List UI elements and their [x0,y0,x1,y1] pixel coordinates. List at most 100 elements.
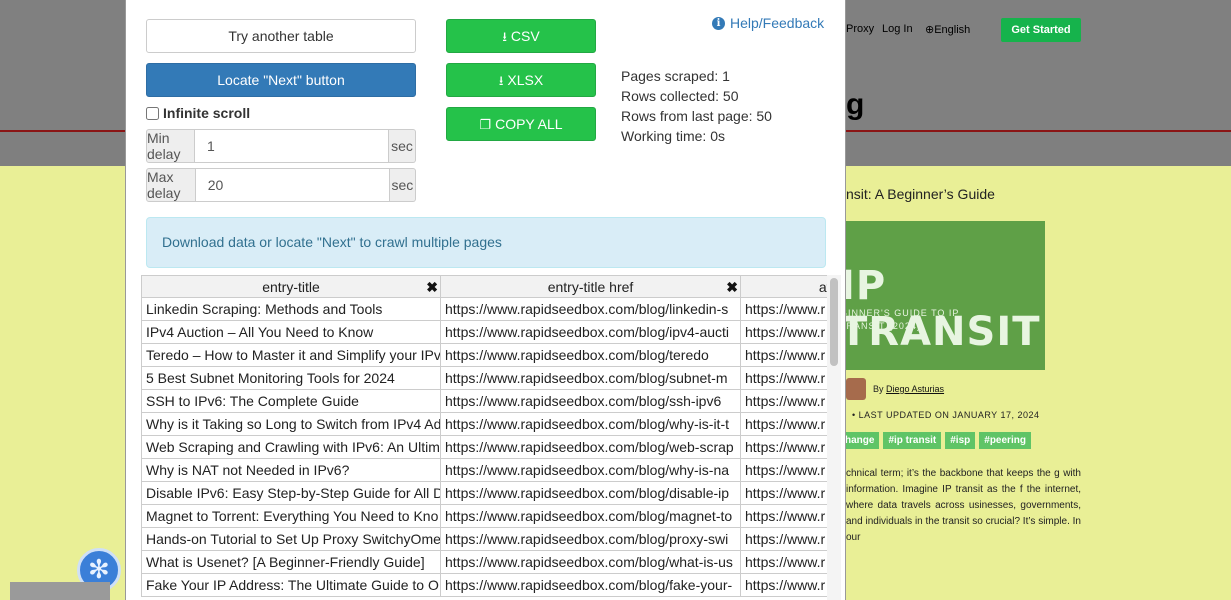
table-cell: https://www.r [740,550,827,574]
min-delay-label: Min delay [146,129,195,163]
infinite-scroll-option[interactable]: Infinite scroll [146,105,250,121]
max-delay-input[interactable] [195,168,390,202]
table-cell: https://www.rapidseedbox.com/blog/why-is… [440,458,741,482]
download-icon: ⭳ [498,73,504,88]
pages-scraped: Pages scraped: 1 [621,68,730,84]
bg-nav-language-label: English [934,24,971,36]
bg-nav-login: Log In [882,23,913,35]
table-cell: https://www.rapidseedbox.com/blog/ipv4-a… [440,320,741,344]
xlsx-button[interactable]: ⭳ XLSX [446,63,596,97]
table-row: Web Scraping and Crawling with IPv6: An … [141,435,827,459]
table-cell: Hands-on Tutorial to Set Up Proxy Switch… [141,527,441,551]
table-cell: SSH to IPv6: The Complete Guide [141,389,441,413]
table-cell: https://www.r [740,389,827,413]
table-row: Fake Your IP Address: The Ultimate Guide… [141,573,827,597]
table-header-row: entry-title ✖ entry-title href ✖ attach [141,275,827,298]
bg-tag: #isp [945,432,976,449]
table-cell: https://www.rapidseedbox.com/blog/web-sc… [440,435,741,459]
csv-button[interactable]: ⭳ CSV [446,19,596,53]
table-cell: Teredo – How to Master it and Simplify y… [141,343,441,367]
table-cell: https://www.rapidseedbox.com/blog/subnet… [440,366,741,390]
column-header[interactable]: entry-title ✖ [141,275,441,298]
bg-nav-proxy: Proxy [846,23,875,35]
scrollbar-thumb[interactable] [830,278,838,366]
column-header[interactable]: entry-title href ✖ [440,275,741,298]
bg-get-started-button: Get Started [1001,18,1081,42]
data-table-container[interactable]: entry-title ✖ entry-title href ✖ attach Li… [141,275,827,600]
copy-all-button[interactable]: ❐ COPY ALL [446,107,596,141]
table-cell: Magnet to Torrent: Everything You Need t… [141,504,441,528]
column-header[interactable]: attach [740,275,827,298]
table-cell: https://www.r [740,320,827,344]
table-cell: https://www.rapidseedbox.com/blog/disabl… [440,481,741,505]
column-header-label: entry-title [262,278,320,295]
table-row: 5 Best Subnet Monitoring Tools for 2024 h… [141,366,827,390]
table-cell: https://www.r [740,435,827,459]
rows-last-page: Rows from last page: 50 [621,108,772,124]
clipboard-icon: ❐ [479,117,492,132]
max-delay-unit: sec [389,168,416,202]
max-delay-label: Max delay [146,168,196,202]
bg-last-updated: • LAST UPDATED ON JANUARY 17, 2024 [852,410,1040,420]
help-feedback-link[interactable]: i Help/Feedback [712,15,824,31]
table-cell: https://www.rapidseedbox.com/blog/why-is… [440,412,741,436]
bg-author: By Diego Asturias [873,384,944,394]
bg-author-prefix: By [873,384,884,394]
bg-nav-language: ⊕English [925,23,970,36]
info-icon: i [712,16,725,30]
table-cell: https://www.r [740,573,827,597]
table-cell: Why is NAT not Needed in IPv6? [141,458,441,482]
csv-button-label: CSV [510,28,540,44]
bg-paragraph: chnical term; it’s the backbone that kee… [846,468,1081,543]
remove-column-icon[interactable]: ✖ [726,279,738,296]
bg-hero-image: IP TRANSIT GINNER'S GUIDE TO IP TRANSIT … [820,221,1045,370]
remove-column-icon[interactable]: ✖ [426,279,438,296]
table-cell: https://www.r [740,504,827,528]
scrape-stats: Pages scraped: 1 Rows collected: 50 Rows… [621,66,772,146]
table-cell: https://www.rapidseedbox.com/blog/magnet… [440,504,741,528]
table-cell: https://www.rapidseedbox.com/blog/fake-y… [440,573,741,597]
bg-bottom-widget [10,582,110,600]
bg-hero-subtitle-line: TRANSIT (2024) [840,321,921,331]
max-delay-group: Max delay sec [146,168,416,202]
table-cell: Web Scraping and Crawling with IPv6: An … [141,435,441,459]
bg-hero-subtitle-line: GINNER'S GUIDE TO IP [840,308,960,318]
table-row: Linkedin Scraping: Methods and Tools http… [141,297,827,321]
table-row: What is Usenet? [A Beginner-Friendly Gui… [141,550,827,574]
table-row: Why is it Taking so Long to Switch from … [141,412,827,436]
bg-tag: #ip transit [883,432,942,449]
copy-all-button-label: COPY ALL [495,116,563,132]
table-scrollbar[interactable] [827,275,841,600]
bg-hero-subtitle: GINNER'S GUIDE TO IP TRANSIT (2024) [840,307,959,333]
data-table: entry-title ✖ entry-title href ✖ attach Li… [141,275,827,597]
table-row: Magnet to Torrent: Everything You Need t… [141,504,827,528]
download-icon: ⭳ [502,29,507,44]
table-cell: IPv4 Auction – All You Need to Know [141,320,441,344]
bg-author-avatar [846,378,866,400]
table-cell: What is Usenet? [A Beginner-Friendly Gui… [141,550,441,574]
min-delay-group: Min delay sec [146,129,416,163]
bg-heading-fragment: g [846,88,865,121]
try-another-table-button[interactable]: Try another table [146,19,416,53]
working-time: Working time: 0s [621,128,725,144]
min-delay-unit: sec [388,129,416,163]
table-cell: Disable IPv6: Easy Step-by-Step Guide fo… [141,481,441,505]
bg-tags: hange #ip transit #isp #peering [840,432,1031,449]
table-row: Why is NAT not Needed in IPv6? https://ww… [141,458,827,482]
table-cell: https://www.rapidseedbox.com/blog/ssh-ip… [440,389,741,413]
table-cell: Why is it Taking so Long to Switch from … [141,412,441,436]
bg-tag: #peering [979,432,1031,449]
table-row: SSH to IPv6: The Complete Guide https://w… [141,389,827,413]
table-cell: https://www.r [740,366,827,390]
locate-next-button[interactable]: Locate "Next" button [146,63,416,97]
xlsx-button-label: XLSX [507,72,544,88]
scraper-popup: Try another table Locate "Next" button ⭳… [125,0,846,600]
table-cell: https://www.rapidseedbox.com/blog/linked… [440,297,741,321]
table-row: Teredo – How to Master it and Simplify y… [141,343,827,367]
table-row: Hands-on Tutorial to Set Up Proxy Switch… [141,527,827,551]
table-cell: Fake Your IP Address: The Ultimate Guide… [141,573,441,597]
table-row: Disable IPv6: Easy Step-by-Step Guide fo… [141,481,827,505]
infinite-scroll-checkbox[interactable] [146,106,159,120]
table-cell: https://www.rapidseedbox.com/blog/proxy-… [440,527,741,551]
min-delay-input[interactable] [194,129,389,163]
